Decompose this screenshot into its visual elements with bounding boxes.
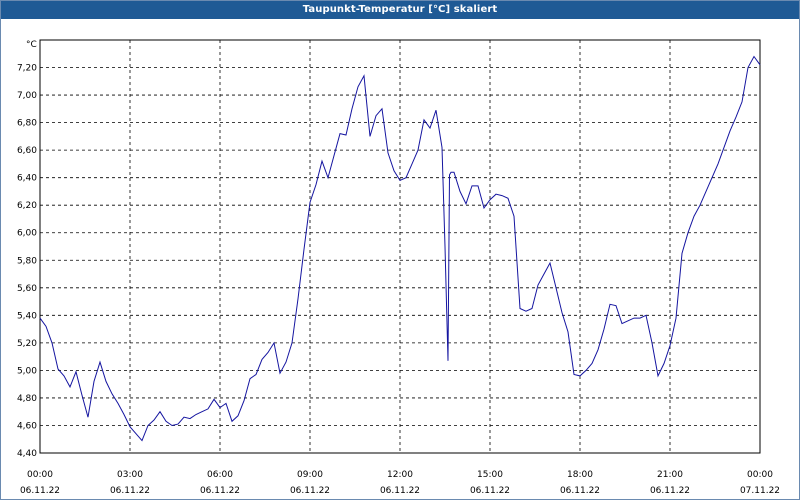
y-tick-label: 4,80	[17, 394, 37, 404]
y-tick-label: 5,20	[17, 339, 37, 349]
x-tick-time-label: 21:00	[657, 470, 683, 480]
x-tick-date-label: 07.11.22	[740, 486, 780, 496]
y-tick-label: 6,60	[17, 146, 37, 156]
x-tick-date-label: 06.11.22	[470, 486, 510, 496]
x-tick-time-label: 00:00	[27, 470, 53, 480]
y-axis: 4,40 4,60 4,80 5,00 5,20 5,40 5,60 5,80 6,00 6,20…	[17, 64, 37, 459]
y-tick-label: 5,00	[17, 366, 37, 376]
x-tick-time-label: 18:00	[567, 470, 593, 480]
x-tick-time-label: 15:00	[477, 470, 503, 480]
x-tick-time-label: 06:00	[207, 470, 233, 480]
y-tick-label: 4,60	[17, 421, 37, 431]
y-tick-label: 7,00	[17, 91, 37, 101]
y-tick-label: 7,20	[17, 64, 37, 74]
x-tick-date-label: 06.11.22	[110, 486, 150, 496]
x-tick-time-label: 00:00	[747, 470, 773, 480]
x-tick-date-label: 06.11.22	[290, 486, 330, 496]
x-tick-date-label: 06.11.22	[200, 486, 240, 496]
y-tick-label: 5,60	[17, 284, 37, 294]
x-tick-date-label: 06.11.22	[20, 486, 60, 496]
y-tick-label: 6,00	[17, 229, 37, 239]
y-tick-label: 4,40	[17, 449, 37, 459]
x-axis: 00:00 06.11.22 03:00 06.11.22 06:00 06.11.22 0…	[20, 470, 780, 496]
y-tick-label: 5,80	[17, 256, 37, 266]
x-tick-date-label: 06.11.22	[560, 486, 600, 496]
y-tick-label: 6,20	[17, 201, 37, 211]
y-tick-label: 5,40	[17, 311, 37, 321]
x-tick-date-label: 06.11.22	[650, 486, 690, 496]
x-tick-time-label: 09:00	[297, 470, 323, 480]
chart-plot: 4,40 4,60 4,80 5,00 5,20 5,40 5,60 5,80 6,00 6,20…	[17, 39, 780, 496]
grid-lines	[39, 40, 761, 454]
x-tick-date-label: 06.11.22	[380, 486, 420, 496]
x-tick-time-label: 12:00	[387, 470, 413, 480]
x-tick-time-label: 03:00	[117, 470, 143, 480]
y-tick-label: 6,40	[17, 174, 37, 184]
y-axis-unit-label: °C	[26, 40, 37, 50]
y-tick-label: 6,80	[17, 119, 37, 129]
